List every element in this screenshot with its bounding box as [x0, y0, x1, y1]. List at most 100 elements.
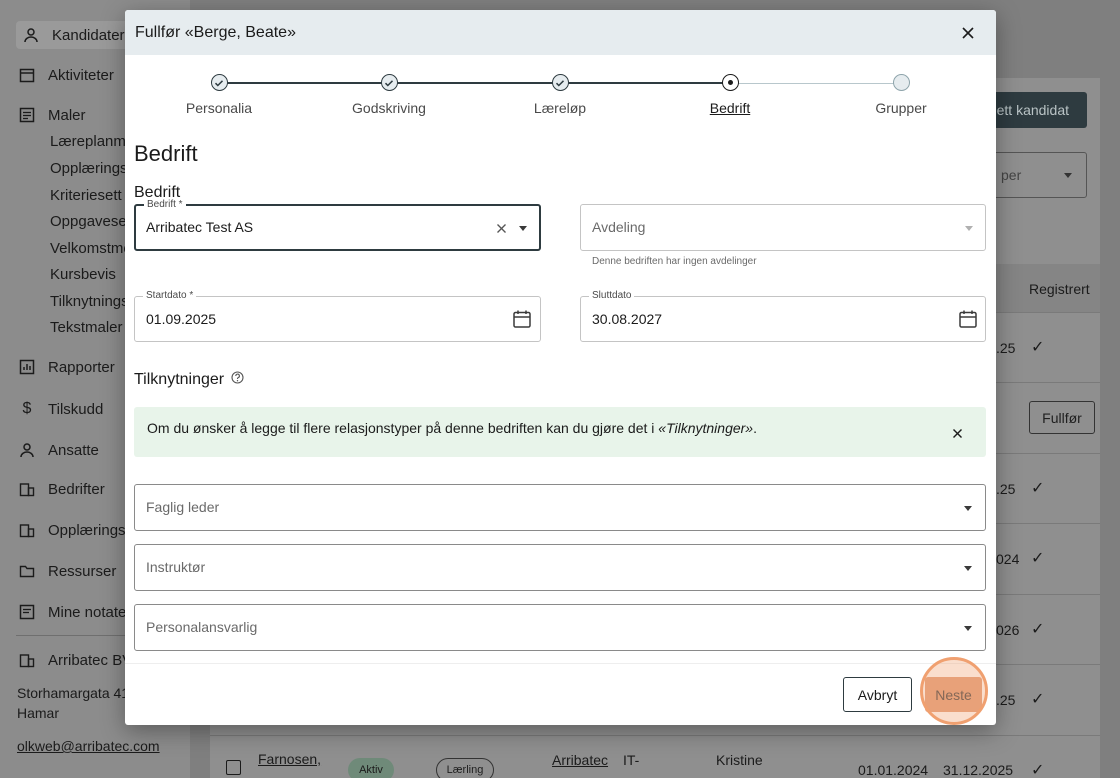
step-godskriving[interactable]: Godskriving [314, 74, 464, 116]
sidebar-subitem[interactable]: Velkomstme [50, 240, 132, 257]
dialog-footer-divider [125, 663, 996, 664]
field-placeholder: Instruktør [146, 559, 206, 575]
fullfor-button[interactable]: Fullfør [1029, 401, 1095, 434]
start-date-field[interactable]: Startdato * 01.09.2025 [134, 290, 541, 342]
close-icon [952, 428, 962, 438]
sidebar-item-label: Opplæringsl [48, 521, 129, 539]
sidebar-item-label: Maler [48, 106, 86, 124]
chevron-down-icon [965, 226, 973, 231]
sidebar-item-ansatte[interactable]: Ansatte [18, 441, 99, 459]
alert-text: Om du ønsker å legge til flere relasjons… [147, 420, 757, 436]
step-grupper[interactable]: Grupper [826, 74, 976, 116]
sidebar-item-ressurser[interactable]: Ressurser [18, 562, 116, 580]
check-circle-icon [551, 74, 569, 91]
cancel-button[interactable]: Avbryt [843, 677, 912, 712]
complete-candidate-dialog: Fullfør «Berge, Beate» Personalia Godskr… [125, 10, 996, 725]
hr-responsible-select[interactable]: Personalansvarlig [134, 604, 986, 651]
sidebar-item-label: Ansatte [48, 441, 99, 459]
org-email-link[interactable]: olkweb@arribatec.com [17, 738, 160, 754]
relations-heading: Tilknytninger [134, 371, 244, 389]
dialog-title: Fullfør «Berge, Beate» [135, 23, 296, 41]
check-icon: ✓ [1031, 621, 1045, 638]
check-icon: ✓ [1031, 691, 1045, 708]
sidebar-subitem[interactable]: Oppgaveset [50, 213, 131, 230]
department-select[interactable]: Avdeling [580, 204, 986, 251]
check-icon: ✓ [1031, 762, 1045, 778]
step-bedrift[interactable]: Bedrift [655, 74, 805, 116]
building-icon [18, 521, 36, 539]
sidebar-item-aktiviteter[interactable]: Aktiviteter [18, 66, 114, 84]
table-cell: 31.12.2025 [943, 762, 1014, 778]
chevron-down-icon[interactable] [519, 226, 527, 231]
sidebar-item-tilskudd[interactable]: $ Tilskudd [18, 400, 104, 418]
sidebar-item-opplaeringskontor[interactable]: Opplæringsl [18, 521, 129, 539]
company-link[interactable]: Arribatec [552, 752, 608, 768]
sidebar-item-maler[interactable]: Maler [18, 106, 86, 124]
pending-step-icon [892, 74, 910, 91]
calendar-icon[interactable] [958, 309, 978, 329]
sidebar-item-label: Bedrifter [48, 480, 105, 498]
instructor-select[interactable]: Instruktør [134, 544, 986, 591]
sidebar-item-label: Rapporter [48, 358, 115, 376]
sidebar-subitem[interactable]: Tilknytnings [50, 293, 129, 310]
relations-title: Tilknytninger [134, 371, 225, 388]
row-divider [210, 735, 1100, 736]
step-label: Grupper [875, 100, 927, 116]
field-placeholder: Faglig leder [146, 499, 220, 515]
field-value: Arribatec Test AS [146, 219, 254, 235]
current-step-icon [721, 74, 739, 91]
sidebar-org[interactable]: Arribatec BV [18, 651, 132, 669]
field-label: Bedrift * [144, 199, 186, 211]
help-icon[interactable] [231, 371, 244, 389]
org-address: Storhamargata 41 [17, 685, 130, 701]
candidate-name-link[interactable]: Farnosen, [258, 751, 321, 767]
check-icon: ✓ [1031, 480, 1045, 497]
field-value: 01.09.2025 [146, 311, 217, 327]
close-button[interactable] [958, 23, 978, 43]
sidebar-item-bedrifter[interactable]: Bedrifter [18, 480, 105, 498]
sidebar-subitem[interactable]: Kriteriesett [50, 187, 122, 204]
relations-link[interactable]: «Tilknytninger» [658, 420, 753, 436]
check-icon: ✓ [1031, 339, 1045, 356]
table-cell: .25 [996, 481, 1016, 497]
check-circle-icon [210, 74, 228, 91]
next-button[interactable]: Neste [925, 677, 982, 712]
step-label: Godskriving [352, 100, 426, 116]
org-city: Hamar [17, 705, 60, 721]
step-personalia[interactable]: Personalia [144, 74, 294, 116]
table-cell: 024 [996, 551, 1020, 567]
table-cell: .25 [996, 340, 1016, 356]
alert-close-button[interactable] [950, 426, 964, 440]
clear-icon[interactable] [494, 221, 508, 235]
table-cell: Kristine [716, 752, 763, 768]
department-helper-text: Denne bedriften har ingen avdelinger [592, 256, 757, 267]
row-checkbox[interactable] [226, 760, 241, 775]
sidebar-subitem[interactable]: Læreplanma [50, 133, 134, 150]
chevron-down-icon [964, 506, 972, 511]
step-laerelop[interactable]: Læreløp [485, 74, 635, 116]
close-icon [962, 27, 974, 39]
sidebar-item-rapporter[interactable]: Rapporter [18, 358, 115, 376]
sidebar-item-label: Mine notate [48, 603, 127, 621]
org-name: Arribatec BV [48, 651, 133, 669]
field-value: 30.08.2027 [592, 311, 663, 327]
status-badge: Aktiv [348, 758, 394, 778]
calendar-icon[interactable] [512, 309, 532, 329]
sidebar-subitem[interactable]: Opplæringsl [50, 160, 131, 177]
end-date-field[interactable]: Sluttdato 30.08.2027 [580, 290, 986, 342]
table-cell: .25 [996, 692, 1016, 708]
professional-lead-select[interactable]: Faglig leder [134, 484, 986, 531]
stepper-progress-line [219, 82, 730, 84]
type-badge: Lærling [436, 758, 494, 778]
sidebar-item-mine-notater[interactable]: Mine notate [18, 603, 126, 621]
sidebar-subitem[interactable]: Kursbevis [50, 266, 116, 283]
building-icon [18, 651, 36, 669]
template-icon [18, 106, 36, 124]
step-label: Personalia [185, 100, 253, 116]
sidebar-subitem[interactable]: Tekstmaler [50, 319, 123, 336]
person-icon [22, 26, 40, 44]
info-alert: Om du ønsker å legge til flere relasjons… [134, 407, 986, 457]
company-select[interactable]: Bedrift * Arribatec Test AS [134, 199, 541, 251]
field-label: Sluttdato [589, 290, 635, 302]
field-placeholder: Avdeling [592, 219, 646, 235]
